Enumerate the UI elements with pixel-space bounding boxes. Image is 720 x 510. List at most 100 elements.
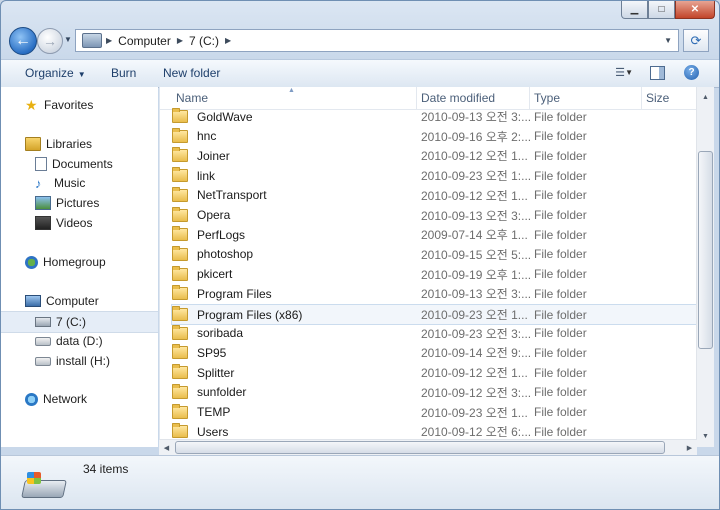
folder-icon (172, 245, 188, 261)
nav-videos[interactable]: Videos (1, 213, 158, 233)
file-type: File folder (534, 424, 587, 439)
help-icon[interactable]: ? (684, 65, 699, 80)
folder-icon (172, 226, 188, 242)
nav-drive-c[interactable]: 7 (C:) (1, 311, 158, 333)
file-row[interactable]: GoldWave 2010-09-13 오전 3:... File folder (172, 107, 696, 126)
file-date-modified: 2010-09-12 오전 6:... (421, 425, 532, 440)
nav-homegroup[interactable]: Homegroup (1, 252, 158, 272)
breadcrumb-computer[interactable]: Computer (118, 34, 171, 48)
file-row[interactable]: SP95 2010-09-14 오전 9:... File folder (172, 343, 696, 362)
file-name: PerfLogs (197, 227, 246, 242)
horizontal-scroll-thumb[interactable] (175, 441, 665, 454)
view-options-dropdown-icon[interactable]: ▼ (625, 68, 633, 77)
file-row[interactable]: pkicert 2010-09-19 오후 1:... File folder (172, 265, 696, 284)
scroll-up-icon[interactable]: ▲ (697, 89, 714, 106)
file-row[interactable]: PerfLogs 2009-07-14 오후 1... File folder (172, 225, 696, 244)
file-name: TEMP (197, 405, 231, 419)
network-icon (25, 392, 38, 406)
breadcrumb-drive-c[interactable]: 7 (C:) (189, 34, 219, 48)
file-date-modified: 2010-09-14 오전 9:... (421, 346, 532, 361)
maximize-button[interactable]: □ (648, 1, 675, 19)
change-view-icon[interactable]: ☰ (615, 66, 625, 79)
file-type: File folder (534, 326, 587, 341)
breadcrumb-separator-icon[interactable]: ▶ (106, 36, 112, 45)
file-date-modified: 2010-09-19 오후 1:... (421, 267, 532, 282)
breadcrumb-separator-icon[interactable]: ▶ (225, 36, 231, 45)
folder-icon (172, 108, 188, 123)
column-header-name[interactable]: Name (176, 91, 208, 105)
file-date-modified: 2010-09-12 오전 1... (421, 149, 528, 164)
folder-icon (172, 147, 188, 163)
back-button[interactable]: ← (9, 27, 37, 55)
nav-computer[interactable]: Computer (1, 291, 158, 311)
horizontal-scrollbar[interactable]: ◀ ▶ (159, 439, 697, 455)
scroll-down-icon[interactable]: ▼ (697, 428, 714, 445)
folder-icon (172, 167, 188, 183)
file-row[interactable]: link 2010-09-23 오전 1:... File folder (172, 166, 696, 185)
file-name: SP95 (197, 345, 227, 360)
vertical-scroll-thumb[interactable] (698, 151, 713, 349)
file-date-modified: 2010-09-12 오전 1... (421, 366, 528, 381)
nav-music[interactable]: ♪ Music (1, 173, 158, 193)
file-type: File folder (534, 188, 587, 203)
new-folder-button[interactable]: New folder (163, 66, 220, 80)
scroll-left-icon[interactable]: ◀ (159, 440, 174, 455)
column-header-size[interactable]: Size (646, 91, 669, 105)
breadcrumb-separator-icon[interactable]: ▶ (177, 36, 183, 45)
nav-favorites[interactable]: ★ Favorites (1, 95, 158, 115)
close-button[interactable]: ✕ (675, 1, 715, 19)
nav-music-label: Music (54, 176, 86, 190)
file-row[interactable]: Splitter 2010-09-12 오전 1... File folder (172, 363, 696, 382)
column-divider[interactable] (416, 87, 417, 109)
file-date-modified: 2010-09-16 오후 2:... (421, 129, 532, 144)
folder-icon (172, 423, 188, 439)
item-count: 34 items (83, 462, 129, 476)
file-name: photoshop (197, 247, 254, 262)
file-row[interactable]: Opera 2010-09-13 오전 3:... File folder (172, 206, 696, 225)
file-row[interactable]: Joiner 2010-09-12 오전 1... File folder (172, 146, 696, 165)
file-list: ▲ Name Date modified Type Size GoldWave 2… (159, 87, 698, 447)
file-row[interactable]: hnc 2010-09-16 오후 2:... File folder (172, 127, 696, 146)
scroll-right-icon[interactable]: ▶ (682, 440, 697, 455)
folder-icon (172, 364, 188, 380)
nav-libraries[interactable]: Libraries (1, 134, 158, 154)
forward-button[interactable]: → (37, 28, 63, 54)
burn-button[interactable]: Burn (111, 66, 136, 80)
file-row[interactable]: soribada 2010-09-23 오전 3:... File folder (172, 324, 696, 343)
file-name: link (197, 168, 216, 183)
column-header-date[interactable]: Date modified (421, 91, 495, 105)
address-bar[interactable]: ▶ Computer ▶ 7 (C:) ▶ ▼ (75, 29, 679, 52)
column-divider[interactable] (641, 87, 642, 109)
file-row[interactable]: Program Files 2010-09-13 오전 3:... File fol… (172, 284, 696, 303)
navigation-pane: ★ Favorites Libraries Documents ♪ Music Pi… (1, 87, 158, 447)
organize-button[interactable]: Organize ▼ (25, 66, 86, 80)
column-header-type[interactable]: Type (534, 91, 560, 105)
file-date-modified: 2010-09-23 오전 1... (421, 405, 528, 420)
nav-documents[interactable]: Documents (1, 154, 158, 174)
file-row[interactable]: photoshop 2010-09-15 오전 5:... File folder (172, 245, 696, 264)
file-row[interactable]: NetTransport 2010-09-12 오전 1... File folde… (172, 186, 696, 205)
windows-logo-icon (27, 472, 41, 484)
refresh-button[interactable]: ⟳ (683, 29, 709, 52)
file-row[interactable]: Program Files (x86) 2010-09-23 오전 1... Fil… (171, 304, 697, 325)
recent-pages-dropdown[interactable]: ▼ (64, 35, 72, 44)
nav-drive-d[interactable]: data (D:) (1, 331, 158, 351)
vertical-scrollbar[interactable]: ▲ ▼ (696, 87, 714, 447)
file-row[interactable]: TEMP 2010-09-23 오전 1... File folder (172, 403, 696, 422)
folder-icon (172, 306, 188, 321)
column-divider[interactable] (529, 87, 530, 109)
address-dropdown-icon[interactable]: ▼ (664, 36, 672, 45)
file-row[interactable]: sunfolder 2010-09-12 오전 3:... File folder (172, 383, 696, 402)
nav-network[interactable]: Network (1, 389, 158, 409)
nav-videos-label: Videos (56, 216, 93, 230)
refresh-icon: ⟳ (690, 32, 702, 48)
file-name: hnc (197, 129, 217, 144)
file-date-modified: 2010-09-12 오전 1... (421, 188, 528, 203)
file-name: Joiner (197, 148, 230, 163)
preview-pane-icon[interactable] (650, 66, 665, 80)
music-note-icon: ♪ (35, 175, 42, 191)
nav-drive-h[interactable]: install (H:) (1, 351, 158, 371)
nav-pictures[interactable]: Pictures (1, 193, 158, 213)
file-type: File folder (534, 286, 587, 301)
minimize-button[interactable]: ▁ (621, 1, 648, 19)
